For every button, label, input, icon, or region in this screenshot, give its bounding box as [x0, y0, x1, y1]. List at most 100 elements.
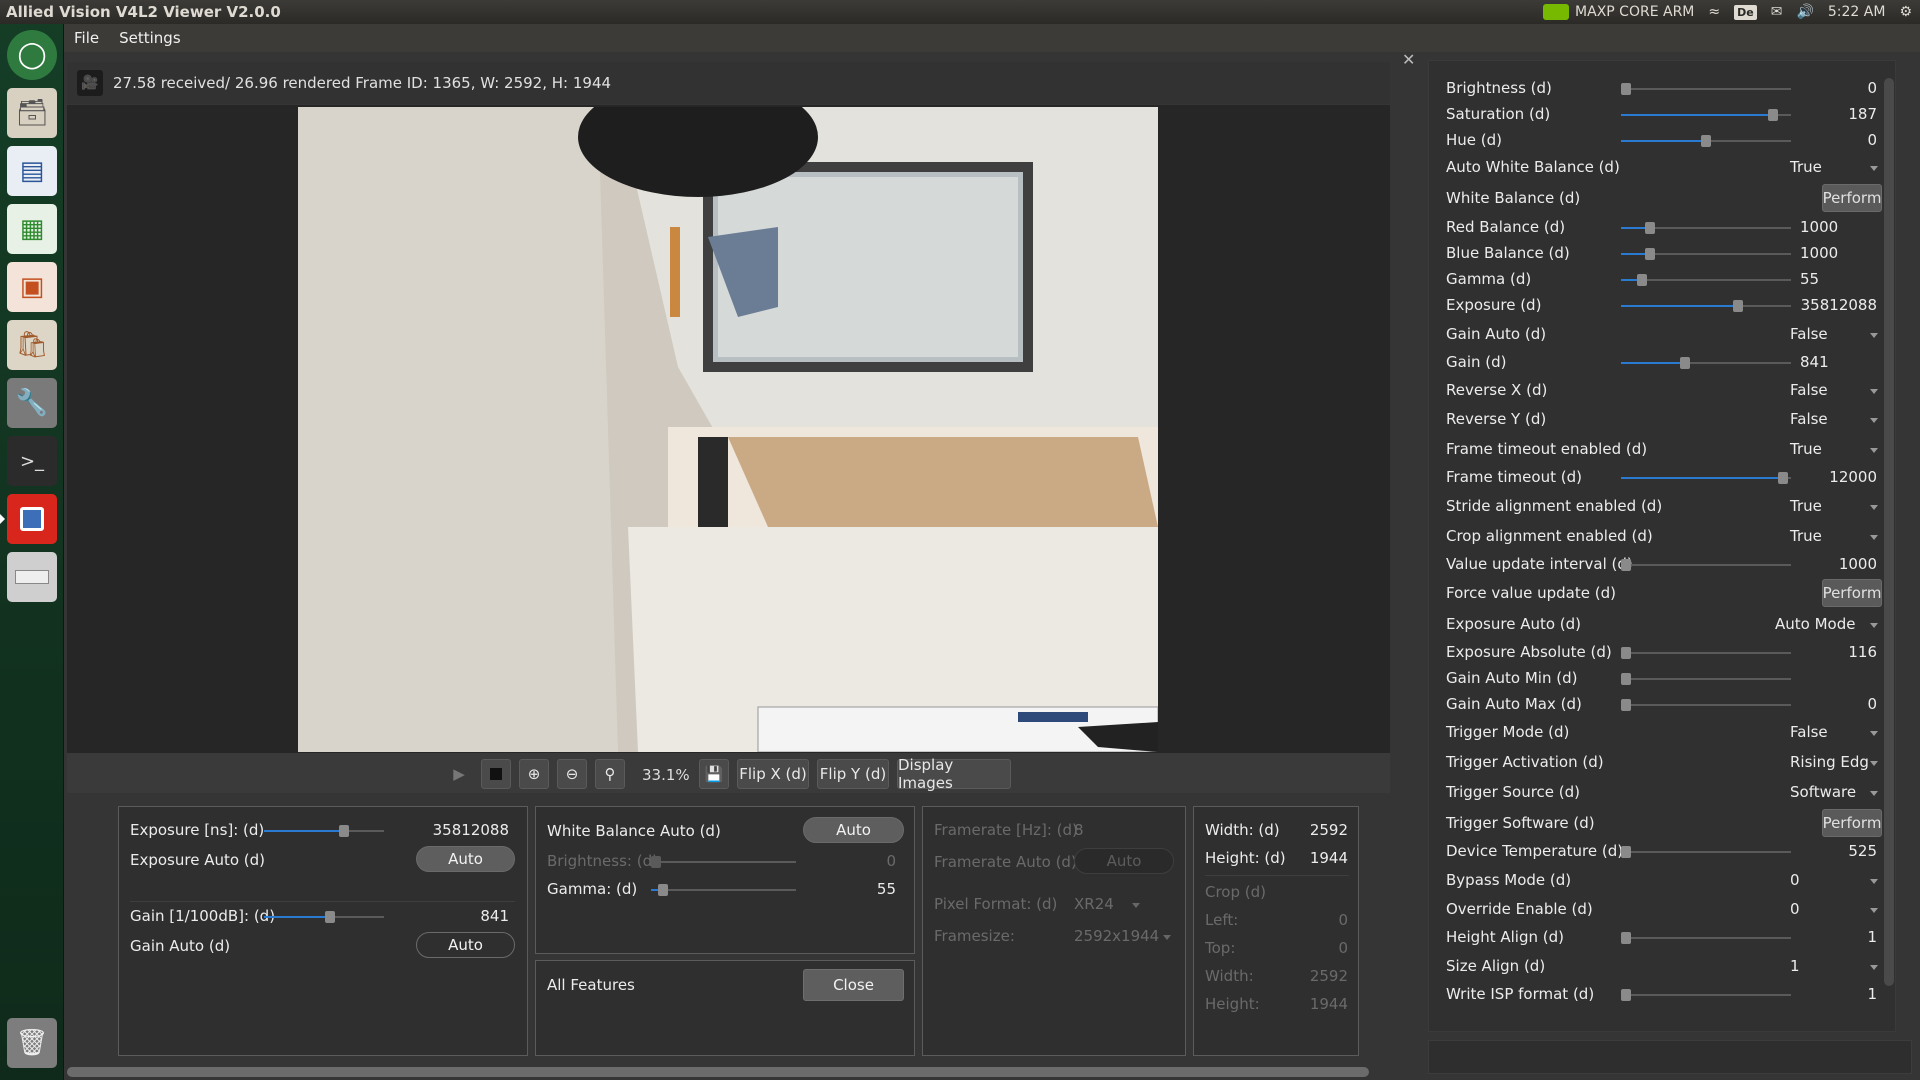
feature-combo[interactable]: 1	[1790, 957, 1800, 975]
keyboard-layout-indicator[interactable]: De	[1734, 4, 1757, 20]
files-icon[interactable]: 🗃	[7, 88, 57, 138]
v4l2-viewer-icon[interactable]	[0, 494, 57, 544]
feature-combo[interactable]: False	[1790, 381, 1828, 399]
feature-slider[interactable]	[1621, 932, 1791, 944]
nvidia-network-indicator[interactable]: MAXP CORE ARM	[1543, 4, 1694, 20]
framesize-select[interactable]: 2592x1944	[1074, 927, 1159, 945]
height-value: 1944	[1309, 849, 1348, 867]
feature-combo[interactable]: True	[1790, 497, 1822, 515]
framesize-label: Framesize:	[934, 927, 1015, 945]
feature-slider[interactable]	[1621, 274, 1791, 286]
feature-perform-button[interactable]: Perform	[1822, 184, 1882, 212]
feature-slider[interactable]	[1621, 472, 1791, 484]
feature-slider[interactable]	[1621, 135, 1791, 147]
feature-perform-button[interactable]: Perform	[1822, 809, 1882, 837]
features-scrollbar[interactable]	[1884, 78, 1894, 986]
menu-file[interactable]: File	[64, 29, 109, 47]
feature-label: Gain Auto (d)	[1446, 325, 1547, 343]
feature-label: Device Temperature (d)	[1446, 842, 1624, 860]
feature-combo[interactable]: Software	[1790, 783, 1856, 801]
feature-slider[interactable]	[1621, 673, 1791, 685]
all-features-panel: All Features Close	[535, 960, 915, 1056]
system-settings-icon[interactable]: 🔧	[7, 378, 57, 428]
feature-combo[interactable]: Rising Edg	[1790, 753, 1869, 771]
framerate-auto-button[interactable]: Auto	[1074, 848, 1174, 874]
feature-slider[interactable]	[1621, 357, 1791, 369]
gain-auto-button[interactable]: Auto	[416, 932, 515, 958]
crop-height-value[interactable]: 1944	[1274, 995, 1348, 1013]
feature-label: Hue (d)	[1446, 131, 1503, 149]
impress-icon[interactable]: ▣	[7, 262, 57, 312]
mail-icon[interactable]: ✉	[1771, 4, 1783, 20]
feature-label: Gamma (d)	[1446, 270, 1532, 288]
feature-perform-button[interactable]: Perform	[1822, 579, 1882, 607]
feature-value: 1	[1867, 928, 1877, 946]
flip-x-button[interactable]: Flip X (d)	[737, 759, 809, 789]
clock[interactable]: 5:22 AM	[1828, 4, 1886, 20]
feature-label: Exposure Auto (d)	[1446, 615, 1582, 633]
divider	[130, 901, 515, 902]
feature-combo[interactable]: Auto Mode	[1775, 615, 1855, 633]
zoom-out-button[interactable]: ⊖	[557, 759, 587, 789]
feature-slider[interactable]	[1621, 699, 1791, 711]
horizontal-scrollbar[interactable]	[67, 1067, 1369, 1077]
flip-y-button[interactable]: Flip Y (d)	[817, 759, 889, 789]
feature-slider[interactable]	[1621, 248, 1791, 260]
feature-label: Stride alignment enabled (d)	[1446, 497, 1663, 515]
top-panel: Allied Vision V4L2 Viewer V2.0.0 MAXP CO…	[0, 0, 1920, 24]
play-button[interactable]: ▶	[444, 759, 474, 789]
software-center-icon[interactable]: 🛍	[7, 320, 57, 370]
brightness-value: 0	[886, 852, 896, 870]
crop-left-value[interactable]: 0	[1274, 911, 1348, 929]
chevron-down-icon	[1870, 418, 1878, 423]
feature-combo[interactable]: True	[1790, 527, 1822, 545]
feature-slider[interactable]	[1621, 109, 1791, 121]
drive-icon[interactable]	[7, 552, 57, 602]
launcher: ◯ 🗃 ▤ ▦ ▣ 🛍 🔧 >_ 🗑	[0, 24, 64, 1080]
feature-combo[interactable]: False	[1790, 325, 1828, 343]
save-icon: 💾	[704, 765, 724, 783]
crop-width-value[interactable]: 2592	[1274, 967, 1348, 985]
close-dock-icon[interactable]: ✕	[1402, 50, 1415, 69]
gamma-slider[interactable]	[651, 884, 796, 896]
wifi-icon[interactable]: ≈	[1708, 4, 1720, 20]
exposure-auto-button[interactable]: Auto	[416, 846, 515, 872]
feature-slider[interactable]	[1621, 559, 1791, 571]
feature-combo[interactable]: 0	[1790, 900, 1800, 918]
menu-settings[interactable]: Settings	[109, 29, 191, 47]
feature-value: 1000	[1800, 244, 1839, 262]
pixel-format-select[interactable]: XR24	[1074, 895, 1114, 913]
feature-slider[interactable]	[1621, 222, 1791, 234]
calc-icon[interactable]: ▦	[7, 204, 57, 254]
crop-top-value[interactable]: 0	[1274, 939, 1348, 957]
close-features-button[interactable]: Close	[803, 969, 904, 1001]
feature-combo[interactable]: 0	[1790, 871, 1800, 889]
feature-slider[interactable]	[1621, 83, 1791, 95]
white-balance-auto-button[interactable]: Auto	[803, 817, 904, 843]
zoom-fit-button[interactable]: ⚲	[595, 759, 625, 789]
feature-value: 35812088	[1800, 296, 1877, 314]
trash-icon[interactable]: 🗑	[7, 1018, 57, 1068]
zoom-in-button[interactable]: ⊕	[519, 759, 549, 789]
settings-gear-icon[interactable]: ⚙	[1899, 4, 1912, 20]
feature-combo[interactable]: False	[1790, 410, 1828, 428]
feature-slider[interactable]	[1621, 300, 1791, 312]
ubuntu-dash-icon[interactable]: ◯	[7, 30, 57, 80]
stop-button[interactable]	[481, 759, 511, 789]
app-title: Allied Vision V4L2 Viewer V2.0.0	[6, 3, 281, 21]
feature-slider[interactable]	[1621, 989, 1791, 1001]
display-images-button[interactable]: Display Images	[897, 756, 1011, 792]
feature-slider[interactable]	[1621, 846, 1791, 858]
feature-combo[interactable]: True	[1790, 440, 1822, 458]
feature-slider[interactable]	[1621, 647, 1791, 659]
terminal-icon[interactable]: >_	[7, 436, 57, 486]
feature-combo[interactable]: False	[1790, 723, 1828, 741]
chevron-down-icon	[1870, 761, 1878, 766]
save-image-button[interactable]: 💾	[699, 759, 729, 789]
brightness-slider[interactable]	[651, 856, 796, 868]
volume-icon[interactable]: 🔊	[1796, 4, 1813, 20]
writer-icon[interactable]: ▤	[7, 146, 57, 196]
exposure-gain-panel: Exposure [ns]: (d) 35812088 Exposure Aut…	[118, 806, 528, 1056]
framerate-value: 8	[1074, 821, 1084, 839]
feature-combo[interactable]: True	[1790, 158, 1822, 176]
